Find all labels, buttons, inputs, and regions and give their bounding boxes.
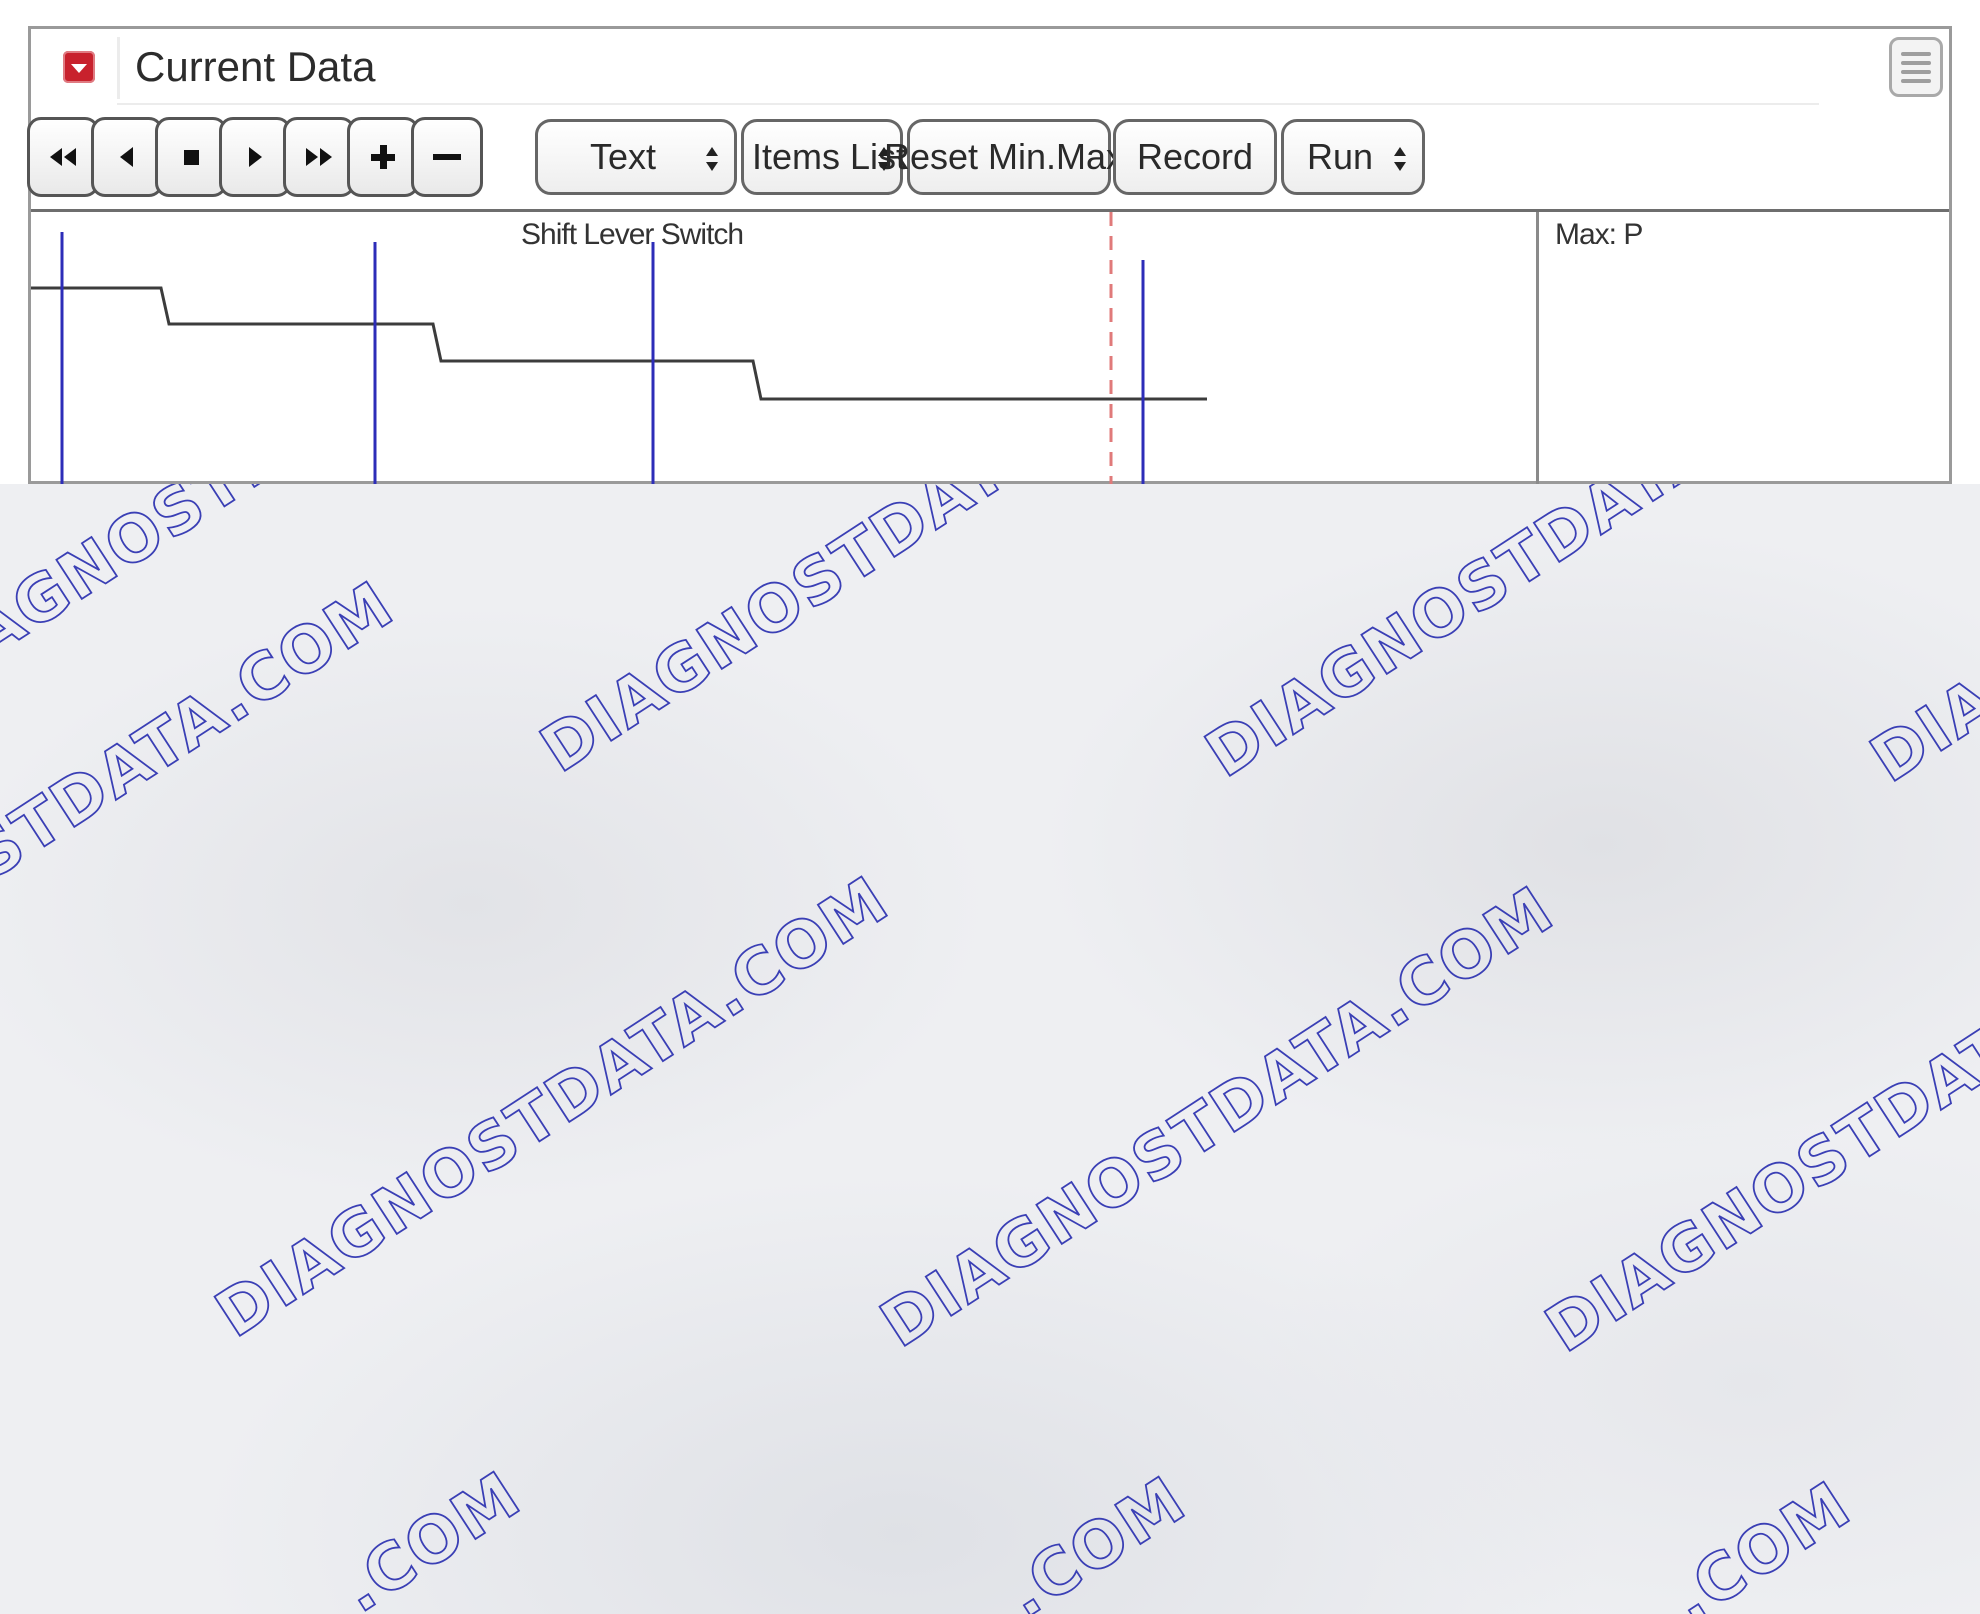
title-divider	[117, 103, 1819, 105]
step-back-icon	[120, 147, 133, 167]
watermark-text: DIAGNOSTDATA.COM	[0, 568, 407, 1058]
fast-rewind-button[interactable]	[27, 117, 99, 197]
menu-line-icon	[1901, 70, 1931, 74]
updown-arrows-icon	[1394, 147, 1406, 171]
signal-graph[interactable]: Shift Lever Switch	[31, 212, 1539, 487]
graph-title: Shift Lever Switch	[521, 218, 744, 251]
watermark-text: DIAGNOSTDATA.COM	[203, 863, 902, 1353]
watermark-text: DIAGNOSTDATA.COM	[1533, 878, 1980, 1368]
updown-arrows-icon	[706, 147, 718, 171]
min-max-panel: Max: P	[1539, 212, 1949, 487]
title-bar: Current Data	[31, 29, 1949, 107]
zoom-in-button[interactable]	[347, 117, 419, 197]
toolbar: Text Items List Reset Min.Max. Record Ru…	[27, 113, 1949, 205]
signal-graph-canvas	[31, 212, 1207, 487]
record-button[interactable]: Record	[1113, 119, 1277, 195]
record-label: Record	[1136, 136, 1254, 177]
fast-forward-button[interactable]	[283, 117, 355, 197]
step-back-button[interactable]	[91, 117, 163, 197]
fast-rewind-icon	[50, 148, 76, 166]
collapse-toggle-icon[interactable]	[63, 51, 95, 83]
reset-min-max-button[interactable]: Reset Min.Max.	[884, 119, 1134, 195]
window-title: Current Data	[135, 43, 376, 90]
signal-trace	[31, 286, 1207, 401]
watermark-text: .COM	[328, 1458, 534, 1614]
graph-area: Shift Lever Switch Max: P	[31, 209, 1949, 487]
stop-button[interactable]	[155, 117, 227, 197]
current-data-window: Current Data Text Items List Reset Min.M…	[27, 26, 1952, 487]
watermark-text: .COM	[1658, 1468, 1864, 1614]
watermark-text: DIAGNOSTDATA.COM	[868, 873, 1567, 1363]
panel-menu-button[interactable]	[1889, 37, 1943, 97]
watermark-background: DIAGNOSTDATA DIAGNOSTDATA DIAGNOSTDATA D…	[0, 484, 1980, 1614]
menu-line-icon	[1901, 52, 1931, 56]
title-separator	[117, 37, 120, 99]
display-mode-select[interactable]: Text	[535, 119, 737, 195]
watermark-text: .COM	[993, 1463, 1199, 1614]
watermark-text: DIAGNOSTDATA	[1193, 484, 1725, 792]
display-mode-value: Text	[589, 136, 657, 177]
play-icon	[249, 147, 262, 167]
watermark-pattern: DIAGNOSTDATA DIAGNOSTDATA DIAGNOSTDATA D…	[0, 484, 1980, 1614]
run-mode-select[interactable]: Run	[1281, 119, 1425, 195]
menu-line-icon	[1901, 61, 1931, 65]
items-list-select[interactable]: Items List	[741, 119, 906, 195]
play-button[interactable]	[219, 117, 291, 197]
plus-icon	[371, 145, 395, 169]
reset-min-max-label: Reset Min.Max.	[883, 136, 1135, 177]
run-mode-value: Run	[1306, 136, 1374, 177]
max-value-label: Max: P	[1555, 218, 1643, 251]
watermark-text: DIAGNOSTDATA	[528, 484, 1060, 787]
zoom-out-button[interactable]	[411, 117, 483, 197]
fast-forward-icon	[306, 148, 332, 166]
watermark-text: DIAGNOSTDATA	[1858, 484, 1980, 797]
menu-line-icon	[1901, 79, 1931, 83]
stop-icon	[184, 150, 199, 165]
minus-icon	[433, 154, 461, 160]
